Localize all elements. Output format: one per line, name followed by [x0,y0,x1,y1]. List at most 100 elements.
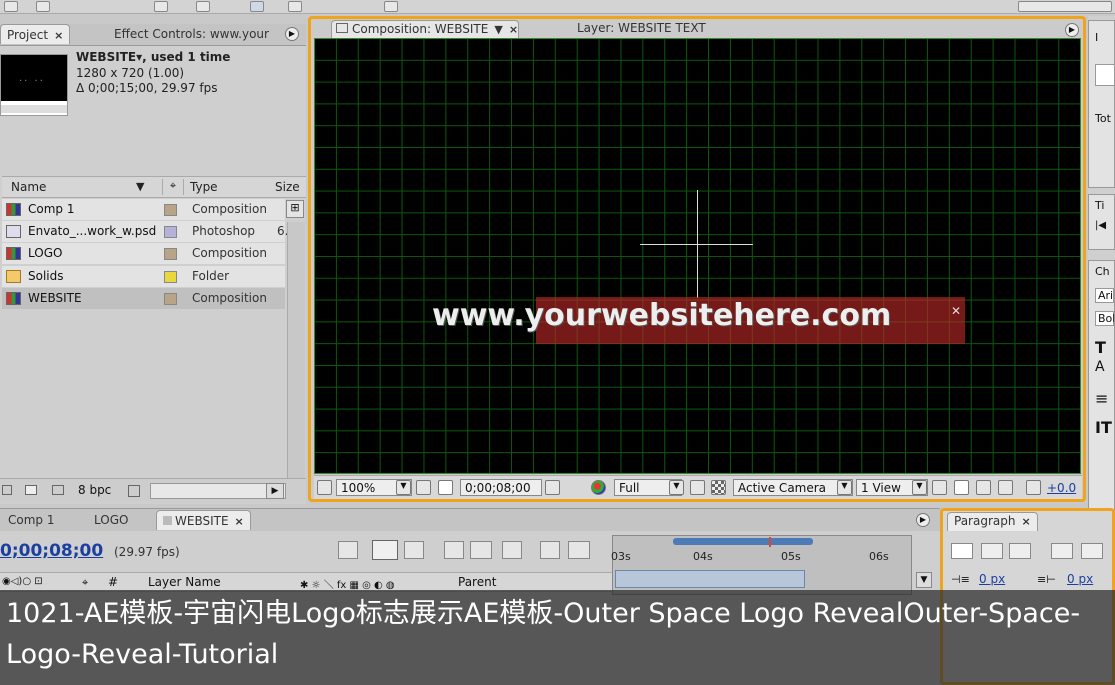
tab-logo[interactable]: LOGO [88,510,134,530]
shy-layers-icon[interactable] [444,541,464,559]
flowchart-icon[interactable]: ⊞ [286,200,304,218]
align-left-button[interactable] [951,543,973,559]
tab-paragraph[interactable]: Paragraph × [947,512,1038,531]
live-update-icon[interactable] [372,540,398,560]
close-icon[interactable]: × [235,515,244,528]
column-parent[interactable]: Parent [458,575,496,589]
panel-menu-icon[interactable]: ▶ [1065,23,1079,37]
toggle-pixel-aspect-icon[interactable] [932,480,947,495]
region-of-interest-icon[interactable] [690,480,705,495]
tab-comp-1[interactable]: Comp 1 [2,510,60,530]
comp-mini-flowchart-icon[interactable] [338,541,358,559]
rotate-tool-icon[interactable] [36,1,50,12]
label-tag-icon[interactable]: ⌖ [162,179,184,195]
hand-tool-icon[interactable] [4,1,18,12]
frame-blending-icon[interactable] [470,541,492,559]
layer-switches-icon[interactable]: ✱ ☼ ＼ fx ▦ ◎ ◐ ◍ [300,576,395,591]
tab-composition-website[interactable]: Composition: WEBSITE ▼ × [331,20,519,39]
label-swatch[interactable] [164,248,177,260]
column-type[interactable]: Type [190,180,218,194]
time-navigator[interactable] [673,538,813,545]
label-swatch[interactable] [164,204,177,216]
column-layer-name[interactable]: Layer Name [148,575,221,589]
show-snapshot-icon[interactable] [568,480,583,495]
transparency-grid-icon[interactable] [711,480,726,495]
lock-icon[interactable] [336,23,348,33]
label-swatch[interactable] [164,293,177,305]
first-frame-icon[interactable]: |◀ [1095,220,1114,231]
align-center-button[interactable] [981,543,1003,559]
motion-blur-icon[interactable] [502,541,522,559]
reset-exposure-icon[interactable] [1026,480,1041,495]
project-item-comp-1[interactable]: Comp 1 Composition [2,199,285,221]
justify-left-button[interactable] [1051,543,1073,559]
project-item-website[interactable]: WEBSITE Composition [2,288,285,310]
chevron-down-icon[interactable]: ▼ [136,180,144,193]
grid-toggle-icon[interactable] [416,480,431,495]
font-style-select[interactable]: Bol [1095,311,1114,326]
comp-button-icon[interactable]: ▼ [916,572,932,588]
dropdown-icon[interactable]: ▼ [494,23,502,36]
exposure-value[interactable]: +0.0 [1047,481,1076,495]
channel-icon[interactable] [591,480,606,495]
info-panel-tab[interactable]: I [1095,31,1114,44]
panel-menu-icon[interactable]: ▶ [916,513,930,527]
time-panel-tab[interactable]: Ti [1095,199,1114,212]
tab-effect-controls[interactable]: Effect Controls: www.your [108,24,278,44]
fast-previews-icon[interactable] [954,480,969,495]
column-size[interactable]: Size [275,180,300,194]
scroll-right-icon[interactable]: ▶ [266,483,284,499]
flowchart-icon[interactable] [998,480,1013,495]
graph-editor-icon[interactable] [568,541,590,559]
pen-tool-icon[interactable] [288,1,302,12]
new-folder-icon[interactable] [25,485,37,495]
font-family-select[interactable]: Ari [1095,288,1114,303]
puppet-tool-icon[interactable] [384,1,398,12]
rectangle-tool-icon[interactable] [250,1,264,12]
time-ruler[interactable]: 03s 04s 05s 06s [611,535,912,595]
snapshot-icon[interactable] [545,480,560,495]
label-tag-icon[interactable]: ⌖ [82,576,88,590]
tab-project[interactable]: Project × [0,24,70,44]
camera-tool-icon[interactable] [154,1,168,12]
align-right-button[interactable] [1009,543,1031,559]
draft-3d-icon[interactable] [404,541,424,559]
bpc-button[interactable]: 8 bpc [78,483,111,497]
current-time-button[interactable]: 0;00;08;00 [460,479,542,496]
work-area-bar[interactable] [615,570,805,588]
delete-icon[interactable] [128,485,140,497]
chevron-down-icon[interactable]: ▼ [912,480,927,495]
project-item-envato-psd[interactable]: Envato_...work_w.psd Photoshop 6. [2,221,288,243]
indent-right-value[interactable]: 0 px [1067,572,1093,586]
mask-visibility-icon[interactable] [438,480,453,495]
justify-center-button[interactable] [1081,543,1103,559]
chevron-down-icon[interactable]: ▼ [669,480,684,495]
label-swatch[interactable] [164,271,177,283]
column-name[interactable]: Name [11,180,46,194]
close-icon[interactable]: × [509,23,518,36]
timeline-current-time[interactable]: 0;00;08;00 [0,541,103,561]
audio-video-switches-icon[interactable]: ◉◁)○ ⊡ [2,576,43,587]
tab-layer-website-text[interactable]: Layer: WEBSITE TEXT [573,20,748,39]
close-icon[interactable]: × [54,29,63,42]
pan-tool-icon[interactable] [196,1,210,12]
workspace-select[interactable] [1018,1,1112,12]
brainstorm-icon[interactable] [540,541,560,559]
project-item-logo[interactable]: LOGO Composition [2,243,285,265]
label-swatch[interactable] [164,226,177,238]
website-text-layer[interactable]: www.yourwebsitehere.com [432,298,972,342]
indent-left-value[interactable]: 0 px [979,572,1005,586]
close-icon[interactable]: × [1021,515,1030,528]
panel-menu-icon[interactable]: ▶ [285,27,299,41]
chevron-down-icon[interactable]: ▼ [837,480,852,495]
timeline-icon[interactable] [976,480,991,495]
project-scrollbar[interactable] [287,222,305,480]
always-preview-icon[interactable] [317,480,332,495]
chevron-down-icon[interactable]: ▼ [396,480,411,495]
new-composition-icon[interactable] [52,485,64,495]
project-item-solids[interactable]: Solids Folder [2,266,285,288]
character-panel-tab[interactable]: Ch [1095,265,1114,278]
tab-website[interactable]: WEBSITE × [156,510,251,530]
camera-select[interactable]: Active Camera [733,479,853,496]
interpret-footage-icon[interactable] [2,485,12,495]
